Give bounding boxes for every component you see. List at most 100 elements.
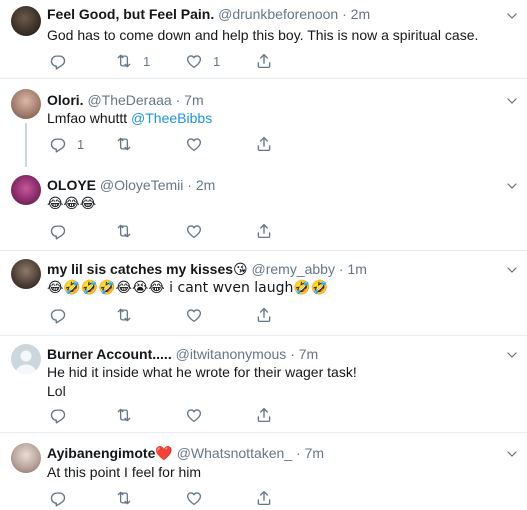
tweet-header: Olori. @TheDeraaa · 7m [47,92,204,108]
user-handle[interactable]: @Whatsnottaken_ [177,445,292,461]
timestamp[interactable]: 7m [299,346,318,362]
tweet-actions [47,489,327,507]
like-icon [185,222,203,240]
reply-button[interactable] [49,406,67,424]
display-name[interactable]: Feel Good, but Feel Pain. [47,6,214,22]
share-button[interactable] [255,306,273,324]
share-icon [255,222,273,240]
thread-line [25,123,27,167]
mention-link[interactable]: @TheeBibbs [131,110,212,126]
tweet-header: my lil sis catches my kisses😘 @remy_abby… [47,261,367,278]
timestamp[interactable]: 1m [347,261,366,277]
share-button[interactable] [255,489,273,507]
share-button[interactable] [255,222,273,240]
tweet-text: At this point I feel for him [47,464,202,480]
reply-button[interactable] [49,306,67,324]
tweet[interactable]: Feel Good, but Feel Pain. @drunkbeforeno… [0,0,527,79]
tweet[interactable]: OLOYE @OloyeTemii · 2m 😂😂😂 [0,167,527,251]
tweet-text: Lmfao whuttt @TheeBibbs [47,109,212,128]
tweet[interactable]: Olori. @TheDeraaa · 7m Lmfao whuttt @The… [0,79,527,167]
reply-icon [49,306,67,324]
retweet-button[interactable]: 1 [115,52,150,70]
retweet-icon [115,222,133,240]
share-button[interactable] [255,135,273,153]
avatar[interactable] [11,344,41,374]
like-icon [185,306,203,324]
chevron-down-icon[interactable] [505,9,519,23]
retweet-count: 1 [143,53,151,69]
tweet-actions: 1 [47,135,327,153]
share-icon [255,489,273,507]
user-handle[interactable]: @TheDeraaa [87,92,171,108]
avatar[interactable] [11,443,41,473]
reply-button[interactable] [49,222,67,240]
avatar[interactable] [11,89,41,119]
user-handle[interactable]: @remy_abby [252,261,335,277]
tweet-text: 😂🤣🤣🤣😂😭😂 i cant wven laugh🤣🤣 [47,280,329,296]
reply-icon [49,406,67,424]
chevron-down-icon[interactable] [505,263,519,277]
tweet-text-line: He hid it inside what he wrote for their… [47,364,357,380]
like-button[interactable] [185,135,203,153]
separator-dot: · [290,346,295,362]
retweet-button[interactable] [115,306,133,324]
retweet-button[interactable] [115,489,133,507]
user-handle[interactable]: @itwitanonymous [176,346,287,362]
separator-dot: · [338,261,344,277]
like-button[interactable] [185,406,203,424]
like-button[interactable]: 1 [185,52,220,70]
display-name[interactable]: Olori. [47,92,84,108]
tweet[interactable]: Burner Account..... @itwitanonymous · 7m… [0,336,527,433]
share-button[interactable] [255,406,273,424]
chevron-down-icon[interactable] [505,447,519,461]
avatar[interactable] [11,175,41,205]
retweet-button[interactable] [115,406,133,424]
reply-icon [49,52,67,70]
reply-icon [49,222,67,240]
like-button[interactable] [185,222,203,240]
retweet-button[interactable] [115,135,133,153]
retweet-button[interactable] [115,222,133,240]
display-name[interactable]: my lil sis catches my kisses😘 [47,261,248,277]
tweet-header: Ayibanengimote❤️ @Whatsnottaken_ · 7m [47,445,324,462]
display-name[interactable]: OLOYE [47,177,96,193]
avatar[interactable] [11,259,41,289]
chevron-down-icon[interactable] [505,348,519,362]
default-avatar-icon [15,350,37,374]
reply-count: 1 [77,136,85,152]
retweet-icon [115,52,133,70]
timestamp[interactable]: 2m [351,6,370,22]
retweet-icon [115,306,133,324]
reply-icon [49,489,67,507]
timestamp[interactable]: 7m [184,92,203,108]
share-button[interactable] [255,52,273,70]
reply-icon [49,135,67,153]
tweet[interactable]: my lil sis catches my kisses😘 @remy_abby… [0,251,527,336]
chevron-down-icon[interactable] [505,179,519,193]
like-icon [185,406,203,424]
reply-button[interactable]: 1 [49,135,84,153]
like-button[interactable] [185,489,203,507]
display-name[interactable]: Ayibanengimote❤️ [47,445,173,461]
tweet[interactable]: Ayibanengimote❤️ @Whatsnottaken_ · 7m At… [0,433,527,510]
reply-button[interactable] [49,52,67,70]
display-name[interactable]: Burner Account..... [47,346,172,362]
timestamp[interactable]: 2m [196,177,215,193]
tweet-actions [47,306,327,324]
separator-dot: · [342,6,347,22]
like-button[interactable] [185,306,203,324]
tweet-text: God has to come down and help this boy. … [47,27,479,43]
user-handle[interactable]: @drunkbeforenoon [218,6,338,22]
reply-button[interactable] [49,489,67,507]
share-icon [255,406,273,424]
retweet-icon [115,489,133,507]
avatar[interactable] [11,6,41,36]
user-handle[interactable]: @OloyeTemii [100,177,183,193]
chevron-down-icon[interactable] [505,94,519,108]
retweet-icon [115,135,133,153]
like-icon [185,52,203,70]
tweet-actions [47,406,327,424]
share-icon [255,306,273,324]
tweet-text-prefix: Lmfao whuttt [47,110,132,126]
timestamp[interactable]: 7m [305,445,324,461]
